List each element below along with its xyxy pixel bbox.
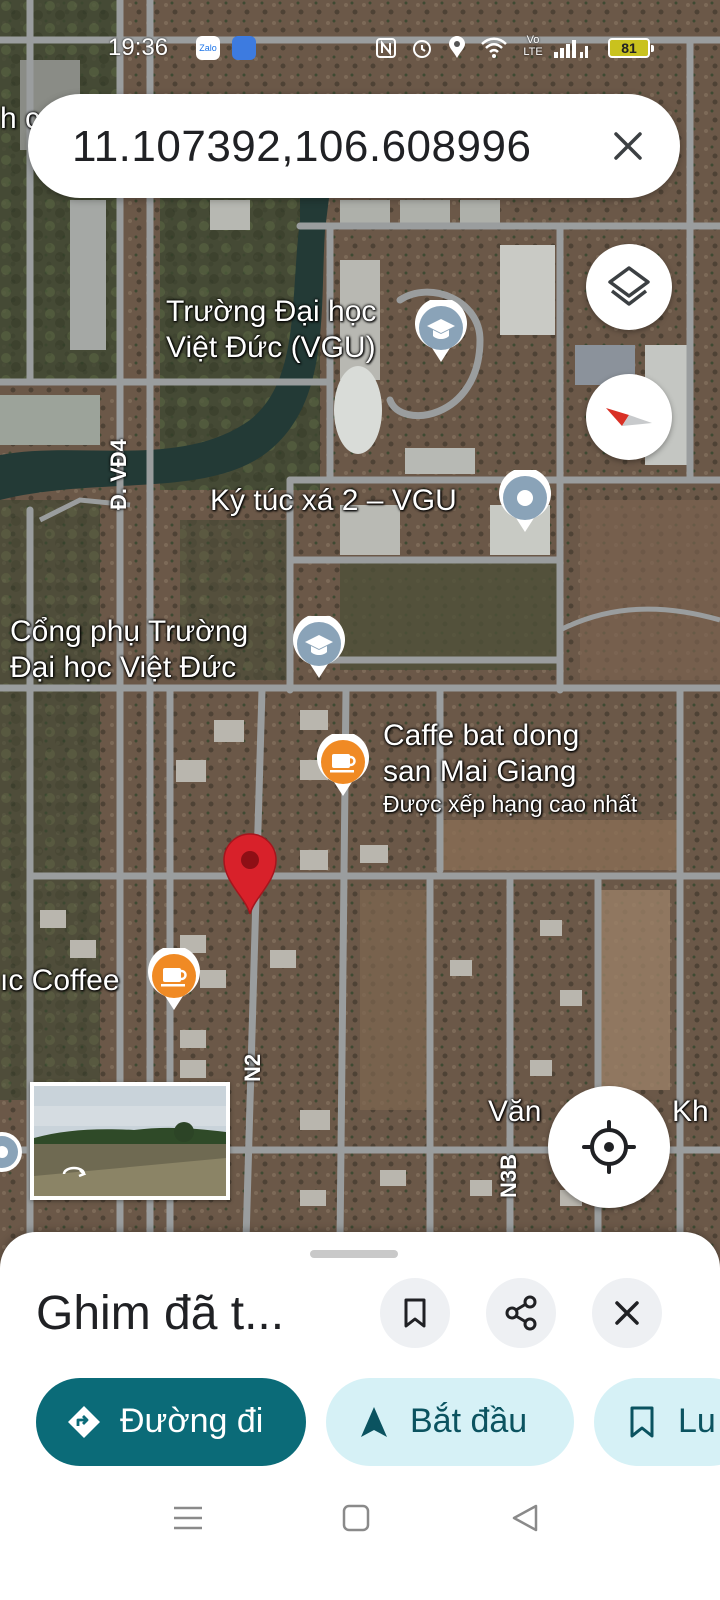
poi-label-vgu-line1: Trường Đại học: [166, 295, 377, 328]
wifi-icon: [481, 37, 507, 58]
place-marker-icon[interactable]: [0, 1130, 24, 1182]
place-title: Ghim đã t...: [36, 1287, 285, 1340]
road-label-n3b: N3B: [496, 1153, 521, 1198]
navigation-arrow-icon: [361, 1407, 387, 1437]
share-button[interactable]: [486, 1278, 556, 1348]
poi-label-vgu-line2: Việt Đức (VGU): [166, 331, 376, 364]
volte-icon: Vo LTE: [523, 34, 543, 58]
directions-button[interactable]: Đường đi: [36, 1378, 306, 1466]
zalo-icon: Zalo: [196, 36, 220, 60]
street-view-thumbnail[interactable]: [30, 1082, 230, 1200]
alarm-icon: [413, 40, 431, 58]
start-navigation-button[interactable]: Bắt đầu: [326, 1378, 574, 1466]
poi-label-caffe-line2: san Mai Giang: [383, 755, 577, 788]
poi-rating-label: Được xếp hạng cao nhất: [383, 791, 638, 817]
school-marker-icon[interactable]: [412, 300, 470, 366]
layers-icon: [608, 266, 650, 306]
nfc-icon: [376, 38, 396, 58]
home-square-icon[interactable]: [336, 1498, 376, 1538]
poi-label-vgu[interactable]: Trường Đại học Việt Đức (VGU): [166, 294, 376, 366]
layers-button[interactable]: [586, 244, 672, 330]
app-icon: [232, 36, 256, 60]
road-label-vd4: Đ. VĐ4: [106, 439, 131, 510]
poi-label-gate-line2: Đại học Việt Đức: [10, 651, 237, 684]
street-view-image: [34, 1086, 226, 1196]
search-bar[interactable]: 11.107392,106.608996: [28, 94, 680, 198]
bookmark-icon: [630, 1406, 654, 1438]
signal-icon: [554, 40, 588, 58]
cafe-marker-icon[interactable]: [145, 948, 203, 1014]
directions-label: Đường đi: [120, 1402, 264, 1440]
bookmark-icon: [404, 1298, 426, 1328]
directions-icon: [68, 1406, 100, 1438]
status-bar: 19:36 Zalo Vo LTE 81: [0, 28, 720, 68]
place-bottom-sheet[interactable]: Ghim đã t... Đường đi Bắt đầu Lu: [0, 1232, 720, 1600]
school-marker-icon[interactable]: [290, 616, 348, 682]
compass-button[interactable]: [586, 374, 672, 460]
location-icon: [449, 36, 465, 58]
poi-label-partial-2[interactable]: Kh: [672, 1094, 709, 1130]
search-query-text[interactable]: 11.107392,106.608996: [72, 122, 531, 172]
poi-label-caffe[interactable]: Caffe bat dong san Mai Giang Được xếp hạ…: [383, 718, 637, 818]
status-time: 19:36: [108, 34, 169, 61]
poi-label-dorm[interactable]: Ký túc xá 2 – VGU: [210, 483, 457, 519]
compass-icon: [606, 408, 652, 426]
back-triangle-icon[interactable]: [506, 1498, 546, 1538]
battery-level: 81: [621, 40, 637, 56]
close-icon: [615, 1301, 639, 1325]
poi-label-coffee[interactable]: ıc Coffee: [0, 963, 120, 999]
drag-handle[interactable]: [310, 1250, 398, 1258]
menu-icon[interactable]: [168, 1498, 208, 1538]
road-label-n2: N2: [240, 1053, 265, 1082]
poi-label-caffe-line1: Caffe bat dong: [383, 719, 580, 752]
share-icon: [505, 1295, 537, 1331]
zalo-label: Zalo: [199, 43, 217, 53]
poi-label-gate-line1: Cổng phụ Trường: [10, 615, 249, 648]
poi-label-gate[interactable]: Cổng phụ Trường Đại học Việt Đức: [10, 614, 248, 686]
dropped-pin-icon[interactable]: [220, 832, 280, 916]
save-place-button[interactable]: Lu: [594, 1378, 720, 1466]
close-sheet-button[interactable]: [592, 1278, 662, 1348]
cafe-marker-icon[interactable]: [314, 734, 372, 800]
save-label: Lu: [678, 1402, 716, 1440]
crosshair-icon: [582, 1120, 636, 1174]
close-icon[interactable]: [606, 124, 650, 168]
my-location-button[interactable]: [548, 1086, 670, 1208]
start-label: Bắt đầu: [410, 1402, 528, 1440]
place-marker-icon[interactable]: [496, 470, 554, 536]
poi-label-partial[interactable]: Văn: [488, 1094, 541, 1130]
battery-icon: 81: [608, 38, 654, 58]
save-bookmark-button[interactable]: [380, 1278, 450, 1348]
